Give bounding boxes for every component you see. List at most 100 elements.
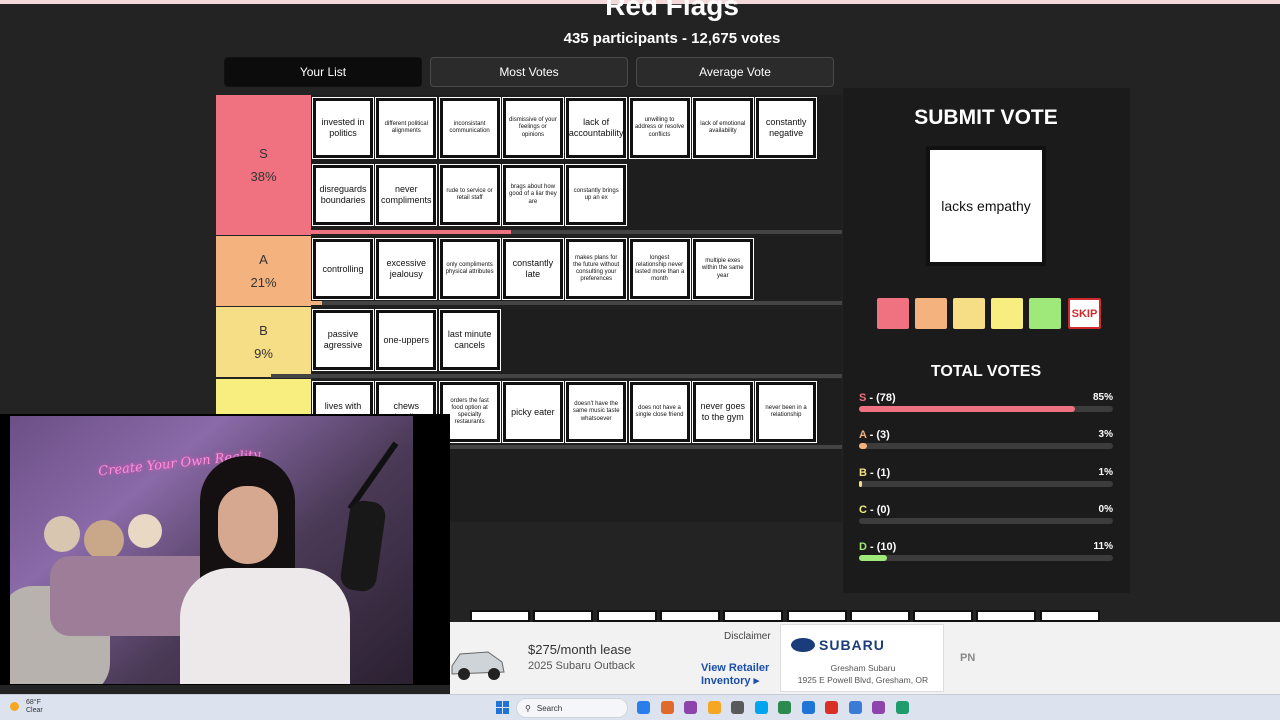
tier-row: A 21% controlling excessive jealousy only co… bbox=[216, 236, 842, 306]
tier-card[interactable]: makes plans for the future without consu… bbox=[565, 238, 628, 300]
tier-card[interactable]: never goes to the gym bbox=[691, 381, 754, 443]
taskbar-search[interactable]: ⚲ Search bbox=[516, 698, 628, 718]
tier-card[interactable]: constantly brings up an ex bbox=[565, 164, 628, 226]
tier-vote-button[interactable] bbox=[991, 298, 1023, 329]
weather-widget[interactable]: 68°F Clear bbox=[10, 699, 43, 715]
tier-card[interactable]: only compliments physical attributes bbox=[438, 238, 501, 300]
partial-card bbox=[976, 610, 1037, 622]
partial-card bbox=[659, 610, 720, 622]
tier-card[interactable]: never compliments bbox=[375, 164, 438, 226]
taskbar-app-icon[interactable] bbox=[637, 701, 650, 714]
tab-most-votes[interactable]: Most Votes bbox=[430, 57, 628, 87]
vote-row-percent: 1% bbox=[1098, 466, 1113, 478]
subaru-logo-icon bbox=[791, 638, 815, 652]
taskbar-app-icon[interactable] bbox=[848, 701, 862, 714]
taskbar-app-icon[interactable] bbox=[754, 701, 768, 714]
subaru-brand: SUBARU bbox=[819, 637, 885, 653]
partial-card bbox=[533, 610, 594, 622]
view-tabs: Your List Most Votes Average Vote bbox=[224, 57, 834, 87]
tier-card[interactable]: never been in a relationship bbox=[755, 381, 818, 443]
taskbar-app-icon[interactable] bbox=[895, 701, 909, 714]
current-vote-card: lacks empathy bbox=[926, 146, 1046, 266]
tier-card[interactable]: constantly late bbox=[501, 238, 564, 300]
streamer bbox=[180, 456, 350, 684]
tier-vote-button[interactable] bbox=[1029, 298, 1061, 329]
partial-card bbox=[913, 610, 974, 622]
dealer-name: Gresham Subaru bbox=[830, 663, 896, 673]
webcam-feed: Create Your Own Reality bbox=[10, 416, 413, 684]
car-icon bbox=[451, 651, 505, 680]
vote-row-label: D - (10) bbox=[859, 541, 897, 554]
tier-vote-button[interactable] bbox=[915, 298, 947, 329]
weather-icon bbox=[10, 702, 19, 711]
plush-toy bbox=[44, 516, 80, 552]
white-top bbox=[180, 568, 350, 684]
vote-row-label: A - (3) bbox=[859, 429, 890, 442]
partial-card bbox=[723, 610, 784, 622]
partial-card bbox=[596, 610, 657, 622]
tier-card[interactable]: brags about how good of a liar they are bbox=[501, 164, 564, 226]
partial-card bbox=[849, 610, 910, 622]
skip-button[interactable]: SKIP bbox=[1068, 298, 1101, 329]
tier-card[interactable]: picky eater bbox=[501, 381, 564, 443]
tier-card[interactable]: one-uppers bbox=[375, 309, 438, 371]
weather-desc: Clear bbox=[26, 707, 43, 714]
tier-card[interactable]: last minute cancels bbox=[438, 309, 501, 371]
tier-name: B bbox=[259, 323, 268, 338]
tier-name: S bbox=[259, 146, 268, 161]
tier-card[interactable]: passive agressive bbox=[312, 309, 374, 371]
tier-label: A 21% bbox=[216, 236, 311, 306]
taskbar-app-icon[interactable] bbox=[778, 701, 791, 714]
vote-row-percent: 85% bbox=[1092, 392, 1113, 403]
weather-temp: 68°F bbox=[26, 699, 41, 706]
tier-card[interactable]: controlling bbox=[312, 238, 374, 300]
search-icon: ⚲ bbox=[525, 703, 531, 713]
partial-card bbox=[470, 610, 530, 622]
ad-price: $275/month lease bbox=[528, 642, 632, 657]
face bbox=[218, 486, 278, 564]
advertisement-banner[interactable]: $275/month lease 2025 Subaru Outback Dis… bbox=[450, 622, 1280, 694]
start-button-icon[interactable] bbox=[496, 701, 509, 714]
tier-percent: 9% bbox=[254, 346, 273, 361]
vote-row-bar bbox=[859, 480, 1113, 487]
submit-vote-title: SUBMIT VOTE bbox=[914, 106, 1058, 129]
tier-card[interactable]: multiple exes within the same year bbox=[691, 238, 754, 300]
tab-your-list[interactable]: Your List bbox=[224, 57, 422, 87]
vote-row-bar bbox=[859, 517, 1113, 524]
search-label: Search bbox=[536, 703, 563, 713]
taskbar-app-icon[interactable] bbox=[801, 701, 815, 714]
ad-model: 2025 Subaru Outback bbox=[528, 660, 636, 672]
tier-card[interactable]: doesn't have the same music taste whatso… bbox=[565, 381, 628, 443]
tier-percent: 38% bbox=[250, 169, 277, 184]
vote-row-bar bbox=[859, 443, 1113, 450]
tier-progress-bar bbox=[271, 230, 842, 234]
vote-row-bar bbox=[859, 406, 1113, 412]
taskbar-app-icon[interactable] bbox=[707, 701, 721, 714]
subaru-box[interactable]: SUBARU Gresham Subaru 1925 E Powell Blvd… bbox=[780, 624, 944, 692]
tier-card[interactable]: longest relationship never lasted more t… bbox=[628, 238, 691, 300]
taskbar-app-icon[interactable] bbox=[660, 701, 674, 714]
taskbar-app-icon[interactable] bbox=[872, 701, 885, 714]
tier-card[interactable]: rude to service or retail staff bbox=[438, 164, 501, 226]
plush-toy bbox=[128, 514, 162, 548]
tier-card[interactable]: disreguards boundaries bbox=[312, 164, 374, 226]
view-retailer-inventory-link[interactable]: View Retailer Inventory ▸ bbox=[701, 662, 781, 688]
taskbar-app-icon[interactable] bbox=[731, 701, 744, 714]
ad-disclaimer-link[interactable]: Disclaimer bbox=[724, 631, 771, 642]
vote-row-percent: 11% bbox=[1093, 541, 1113, 553]
tier-vote-button[interactable] bbox=[877, 298, 909, 329]
tier-name: A bbox=[259, 252, 268, 267]
taskbar-app-icon[interactable] bbox=[825, 701, 838, 714]
tier-card[interactable]: excessive jealousy bbox=[375, 238, 438, 300]
tier-percent: 21% bbox=[250, 275, 277, 290]
tier-progress-bar bbox=[271, 301, 842, 305]
tier-vote-button[interactable] bbox=[953, 298, 985, 329]
taskbar-app-icon[interactable] bbox=[684, 701, 697, 714]
tab-average-vote[interactable]: Average Vote bbox=[636, 57, 834, 87]
vote-row-label: B - (1) bbox=[859, 466, 891, 479]
tier-card[interactable]: does not have a single close friend bbox=[628, 381, 691, 443]
page-title: Red Flags bbox=[605, 0, 739, 21]
vote-row-label: C - (0) bbox=[859, 503, 891, 516]
partial-card bbox=[786, 610, 847, 622]
dealer-address: 1925 E Powell Blvd, Gresham, OR bbox=[797, 675, 929, 685]
